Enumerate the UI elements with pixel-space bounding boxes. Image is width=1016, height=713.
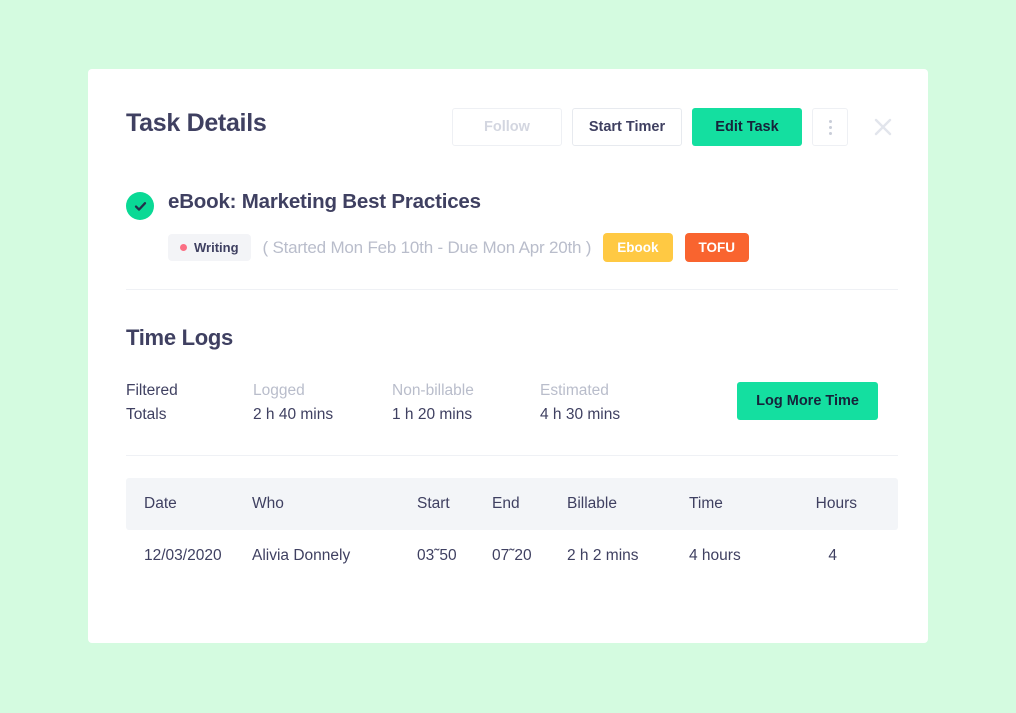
logged-value: 2 h 40 mins	[253, 406, 334, 423]
kebab-dot	[828, 125, 832, 129]
status-badge-label: Writing	[194, 240, 239, 255]
estimated-label: Estimated	[540, 382, 609, 399]
task-details-card: Task Details Follow Start Timer Edit Tas…	[88, 69, 928, 643]
cell-date: 12/03/2020	[144, 547, 222, 564]
time-logs-table: Date Who Start End Billable Time Hours 1…	[126, 478, 898, 582]
more-vertical-icon[interactable]	[812, 108, 848, 146]
check-circle-icon[interactable]	[126, 192, 154, 220]
tag-tofu[interactable]: TOFU	[684, 233, 750, 262]
follow-button[interactable]: Follow	[452, 108, 562, 146]
filtered-label-line1: Filtered	[126, 382, 178, 399]
divider	[126, 455, 898, 456]
filtered-totals: Filtered Totals Logged 2 h 40 mins Non-b…	[126, 379, 898, 433]
task-title: eBook: Marketing Best Practices	[168, 190, 481, 213]
filtered-label-line2: Totals	[126, 406, 167, 423]
cell-end: 07˜20	[492, 547, 532, 564]
kebab-dot	[828, 119, 832, 123]
column-header-billable[interactable]: Billable	[567, 495, 689, 513]
totals-col-filtered: Filtered Totals	[126, 379, 178, 427]
status-dot-icon	[180, 244, 187, 251]
column-header-time[interactable]: Time	[689, 495, 789, 513]
cell-time: 4 hours	[689, 547, 741, 564]
divider	[126, 289, 898, 290]
cell-who: Alivia Donnely	[252, 547, 351, 564]
totals-col-estimated: Estimated 4 h 30 mins	[540, 379, 620, 427]
section-title-time-logs: Time Logs	[126, 325, 233, 350]
status-badge[interactable]: Writing	[168, 234, 251, 261]
task-summary: eBook: Marketing Best Practices Writing …	[126, 189, 898, 262]
task-date-range: ( Started Mon Feb 10th - Due Mon Apr 20t…	[262, 237, 592, 257]
edit-task-button[interactable]: Edit Task	[692, 108, 802, 146]
table-row[interactable]: 12/03/2020 Alivia Donnely 03˜50 07˜20 2 …	[126, 530, 898, 582]
cell-start: 03˜50	[417, 547, 457, 564]
nonbillable-label: Non-billable	[392, 382, 474, 399]
column-header-date[interactable]: Date	[126, 495, 252, 513]
column-header-end[interactable]: End	[492, 495, 567, 513]
nonbillable-value: 1 h 20 mins	[392, 406, 473, 423]
page-title: Task Details	[126, 109, 267, 137]
column-header-who[interactable]: Who	[252, 495, 417, 513]
totals-col-nonbillable: Non-billable 1 h 20 mins	[392, 379, 474, 427]
tag-ebook[interactable]: Ebook	[603, 233, 673, 262]
task-meta-row: Writing ( Started Mon Feb 10th - Due Mon…	[168, 233, 898, 262]
header-actions: Follow Start Timer Edit Task	[452, 108, 900, 146]
cell-billable: 2 h 2 mins	[567, 547, 639, 564]
log-more-time-button[interactable]: Log More Time	[737, 382, 878, 420]
column-header-hours[interactable]: Hours	[789, 495, 861, 513]
start-timer-button[interactable]: Start Timer	[572, 108, 682, 146]
estimated-value: 4 h 30 mins	[540, 406, 621, 423]
column-header-start[interactable]: Start	[417, 495, 492, 513]
totals-col-logged: Logged 2 h 40 mins	[253, 379, 333, 427]
table-header-row: Date Who Start End Billable Time Hours	[126, 478, 898, 530]
kebab-dot	[828, 131, 832, 135]
task-title-row: eBook: Marketing Best Practices	[126, 189, 898, 220]
table-body: 12/03/2020 Alivia Donnely 03˜50 07˜20 2 …	[126, 530, 898, 582]
logged-label: Logged	[253, 382, 305, 399]
cell-hours: 4	[828, 547, 837, 564]
close-icon[interactable]	[866, 108, 900, 146]
card-header: Task Details Follow Start Timer Edit Tas…	[88, 69, 928, 169]
